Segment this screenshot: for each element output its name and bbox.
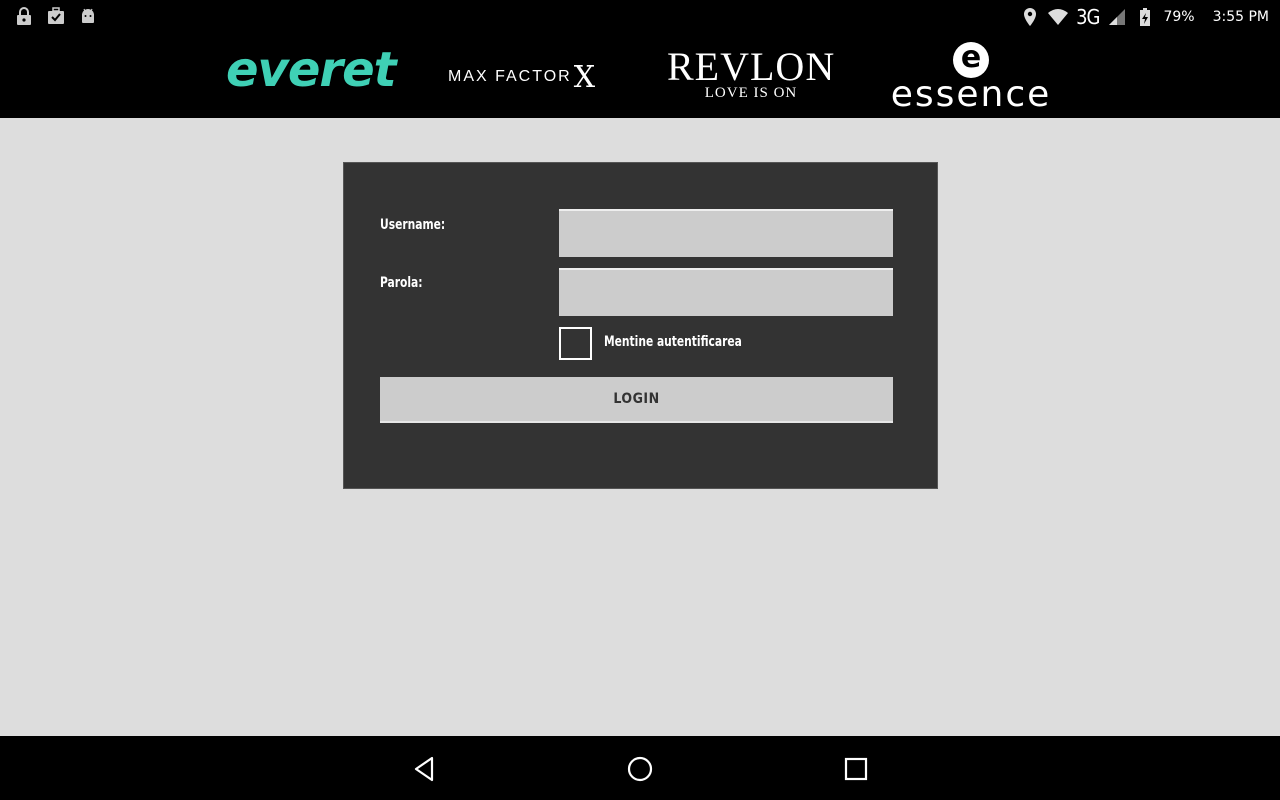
signal-icon [1109,9,1126,25]
clock: 3:55 PM [1212,9,1269,25]
remember-me-label[interactable]: Mentine autentificarea [604,334,742,350]
login-panel: Username: Parola: Mentine autentificarea… [343,162,938,489]
navigation-bar [0,736,1280,800]
essence-logo: e essence [888,42,1054,115]
login-button[interactable]: LOGIN [380,377,893,423]
revlon-logo-text: REVLON [667,44,836,89]
essence-mark: e [953,42,989,78]
notification-icons [14,6,98,26]
everet-logo: everet [226,42,397,98]
remember-me-checkbox[interactable] [559,327,592,360]
maxfactor-logo-text: MAX FACTOR [448,68,572,85]
lock-icon [17,7,31,25]
essence-logo-text: essence [890,74,1052,115]
maxfactor-logo-x: X [573,60,596,95]
location-icon [1024,8,1037,26]
battery-percent: 79% [1163,9,1195,25]
back-icon[interactable] [410,754,440,784]
revlon-logo: REVLON LOVE IS ON [667,44,836,101]
password-input[interactable] [559,268,893,316]
username-input[interactable] [559,209,893,257]
brand-header: everet MAX FACTORX REVLON LOVE IS ON e e… [0,32,1280,118]
maxfactor-logo: MAX FACTORX [448,60,595,95]
status-bar: 3G 79% 3:55 PM [0,0,1280,32]
home-icon[interactable] [625,754,655,784]
username-label: Username: [380,217,446,233]
network-type: 3G [1076,5,1100,29]
recents-icon[interactable] [841,754,871,784]
password-label: Parola: [380,275,423,291]
battery-charging-icon [1140,8,1151,26]
system-status: 3G 79% 3:55 PM [1020,5,1269,29]
briefcase-check-icon [48,7,64,24]
wifi-icon [1048,9,1069,25]
android-icon [82,8,94,23]
